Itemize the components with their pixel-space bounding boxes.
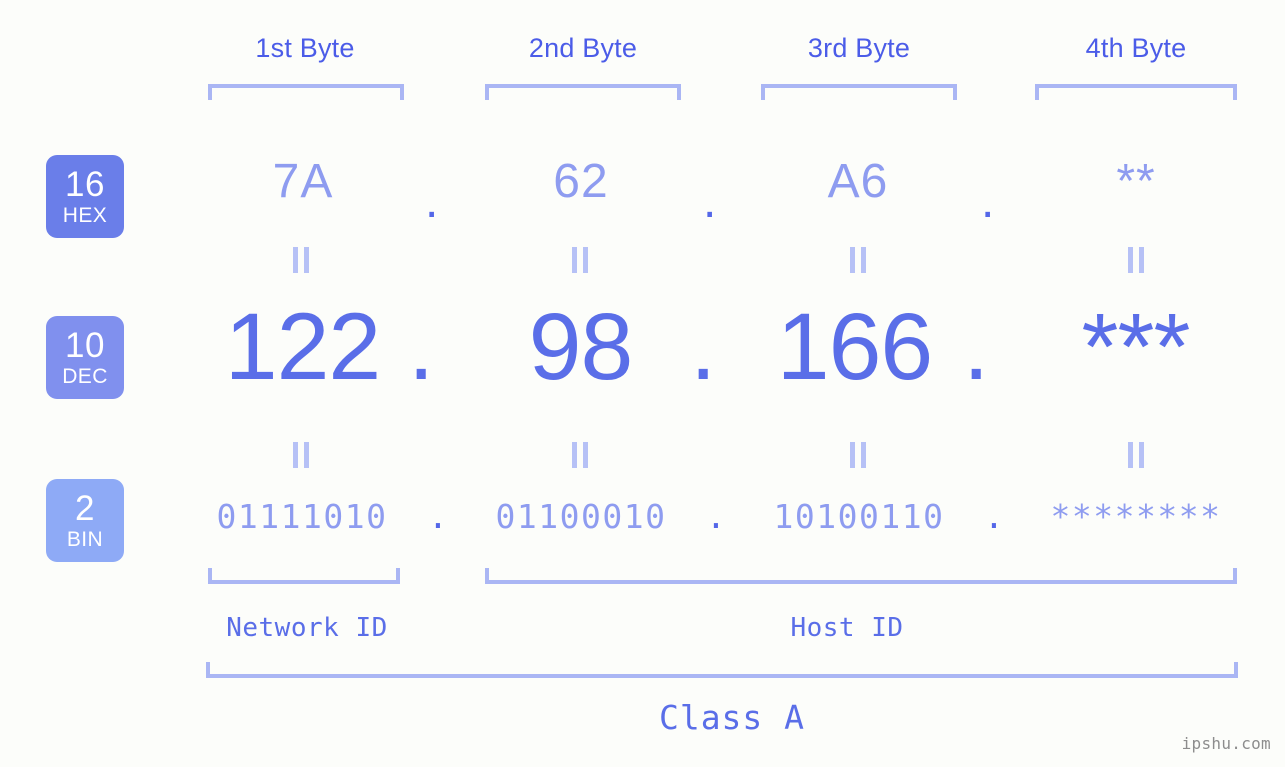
- radix-badge-bin-number: 2: [75, 489, 95, 528]
- hex-byte-4: **: [1116, 155, 1156, 208]
- hex-byte-3: A6: [827, 155, 889, 208]
- byte-header-3: 3rd Byte: [807, 33, 911, 63]
- byte-bracket-2: [485, 84, 681, 100]
- host-id-bracket: [485, 568, 1237, 584]
- hex-separator-2: .: [703, 175, 717, 228]
- equals-mark-hex-dec-2: [569, 247, 591, 273]
- hex-separator-3: .: [981, 175, 995, 228]
- bin-byte-1: 01111010: [216, 497, 388, 536]
- ip-address-breakdown-diagram: 1st Byte 2nd Byte 3rd Byte 4th Byte 16 H…: [0, 0, 1285, 767]
- class-label: Class A: [658, 698, 806, 737]
- site-watermark: ipshu.com: [1181, 734, 1271, 753]
- byte-header-4: 4th Byte: [1085, 33, 1187, 63]
- host-id-label: Host ID: [790, 613, 904, 643]
- radix-badge-dec-name: DEC: [62, 365, 108, 388]
- radix-badge-bin-name: BIN: [66, 528, 104, 551]
- equals-mark-hex-dec-4: [1125, 247, 1147, 273]
- dec-separator-1: .: [408, 294, 435, 400]
- dec-byte-3: 166: [776, 294, 934, 400]
- radix-badge-dec-number: 10: [65, 326, 105, 365]
- radix-badge-hex-name: HEX: [62, 204, 108, 227]
- hex-byte-2: 62: [553, 155, 609, 208]
- network-id-label: Network ID: [226, 613, 388, 643]
- class-bracket: [206, 662, 1238, 678]
- hex-byte-1: 7A: [272, 155, 334, 208]
- equals-mark-dec-bin-2: [569, 442, 591, 468]
- equals-mark-dec-bin-3: [847, 442, 869, 468]
- equals-mark-dec-bin-1: [290, 442, 312, 468]
- dec-separator-3: .: [963, 294, 990, 400]
- bin-byte-3: 10100110: [773, 497, 945, 536]
- byte-bracket-1: [208, 84, 404, 100]
- bin-separator-1: .: [428, 497, 448, 536]
- radix-badge-dec: 10 DEC: [46, 316, 124, 399]
- equals-mark-dec-bin-4: [1125, 442, 1147, 468]
- equals-mark-hex-dec-3: [847, 247, 869, 273]
- bin-byte-2: 01100010: [495, 497, 667, 536]
- hex-separator-1: .: [425, 175, 439, 228]
- radix-badge-hex-number: 16: [65, 165, 105, 204]
- radix-badge-hex: 16 HEX: [46, 155, 124, 238]
- dec-separator-2: .: [690, 294, 717, 400]
- byte-header-1: 1st Byte: [255, 33, 355, 63]
- bin-separator-3: .: [984, 497, 1004, 536]
- byte-header-2: 2nd Byte: [528, 33, 638, 63]
- byte-bracket-4: [1035, 84, 1237, 100]
- equals-mark-hex-dec-1: [290, 247, 312, 273]
- bin-byte-4: ********: [1050, 497, 1222, 536]
- radix-badge-bin: 2 BIN: [46, 479, 124, 562]
- network-id-bracket: [208, 568, 400, 584]
- byte-bracket-3: [761, 84, 957, 100]
- dec-byte-2: 98: [528, 294, 634, 400]
- dec-byte-4: ***: [1081, 294, 1191, 400]
- bin-separator-2: .: [706, 497, 726, 536]
- dec-byte-1: 122: [224, 294, 382, 400]
